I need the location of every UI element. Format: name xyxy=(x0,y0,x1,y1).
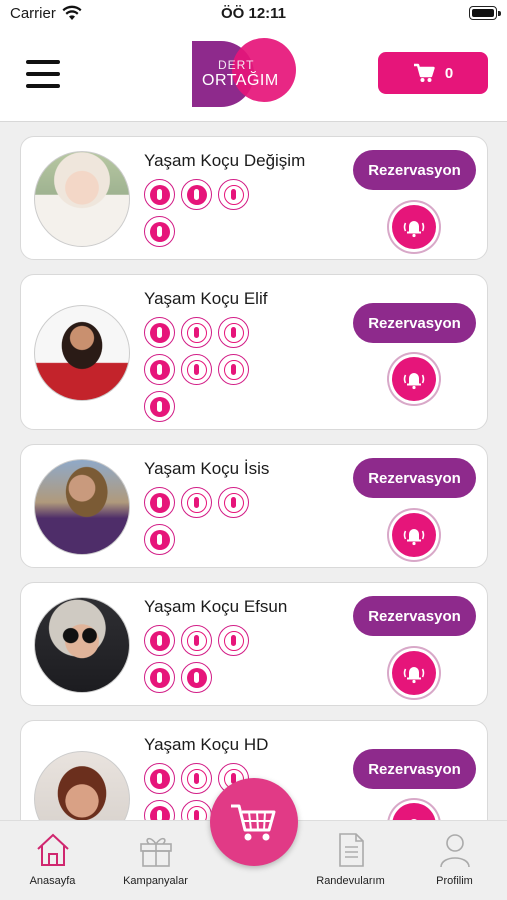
coach-card: Yaşam Koçu Değişim Rezervasyon xyxy=(20,136,488,260)
notify-button[interactable] xyxy=(392,357,436,401)
specialty-icon xyxy=(144,662,175,693)
clock: ÖÖ 12:11 xyxy=(220,5,287,22)
specialty-icon xyxy=(144,625,175,656)
reserve-button[interactable]: Rezervasyon xyxy=(353,596,476,636)
gift-icon xyxy=(140,837,172,867)
coach-card: Yaşam Koçu İsis Rezervasyon xyxy=(20,444,488,568)
specialty-icons xyxy=(144,317,254,422)
specialty-icon xyxy=(144,179,175,210)
home-icon xyxy=(37,833,69,866)
specialty-icon xyxy=(218,354,249,385)
notify-button[interactable] xyxy=(392,513,436,557)
specialty-icon xyxy=(181,662,212,693)
specialty-icons xyxy=(144,487,254,555)
specialty-icon xyxy=(181,625,212,656)
reserve-button[interactable]: Rezervasyon xyxy=(353,458,476,498)
tab-label: Kampanyalar xyxy=(123,875,188,887)
specialty-icons xyxy=(144,625,254,693)
reserve-button[interactable]: Rezervasyon xyxy=(353,150,476,190)
specialty-icon xyxy=(144,391,175,422)
notify-button[interactable] xyxy=(392,205,436,249)
status-bar: Carrier ÖÖ 12:11 xyxy=(0,0,507,28)
cart-icon xyxy=(413,63,435,82)
logo-line1: DERT xyxy=(218,58,255,72)
specialty-icon xyxy=(218,317,249,348)
coach-card: Yaşam Koçu Elif Rezervasyon xyxy=(20,274,488,430)
document-icon xyxy=(339,833,364,867)
menu-icon[interactable] xyxy=(26,60,60,88)
tab-label: Randevularım xyxy=(316,875,385,887)
logo-line2: ORTAĞIM xyxy=(202,72,279,89)
app-header: DERT ORTAĞIM 0 xyxy=(0,28,507,122)
cart-count: 0 xyxy=(444,64,454,82)
tab-appointments[interactable]: Randevularım xyxy=(300,821,401,900)
bell-icon xyxy=(403,373,425,390)
coach-name: Yaşam Koçu Değişim xyxy=(144,151,306,170)
specialty-icon xyxy=(144,216,175,247)
specialty-icon xyxy=(181,354,212,385)
reserve-button[interactable]: Rezervasyon xyxy=(353,303,476,343)
specialty-icon xyxy=(181,179,212,210)
tab-label: Anasayfa xyxy=(29,875,76,887)
floating-cart-button[interactable] xyxy=(210,778,298,866)
coach-name: Yaşam Koçu Elif xyxy=(144,289,268,308)
coach-avatar xyxy=(34,151,130,247)
notify-button[interactable] xyxy=(392,651,436,695)
specialty-icon xyxy=(181,763,212,794)
bell-icon xyxy=(403,221,425,238)
specialty-icon xyxy=(144,317,175,348)
specialty-icon xyxy=(144,524,175,555)
coach-name: Yaşam Koçu İsis xyxy=(144,459,270,478)
coach-name: Yaşam Koçu HD xyxy=(144,735,269,754)
tab-profile[interactable]: Profilim xyxy=(404,821,505,900)
bell-icon xyxy=(403,667,425,684)
specialty-icons xyxy=(144,179,254,247)
app-logo: DERT ORTAĞIM xyxy=(192,38,298,108)
specialty-icon xyxy=(218,625,249,656)
coach-avatar xyxy=(34,305,130,401)
tab-campaigns[interactable]: Kampanyalar xyxy=(105,821,206,900)
user-icon xyxy=(440,834,470,868)
specialty-icon xyxy=(218,179,249,210)
tab-home[interactable]: Anasayfa xyxy=(2,821,103,900)
battery-icon xyxy=(469,6,501,20)
coach-card: Yaşam Koçu Efsun Rezervasyon xyxy=(20,582,488,706)
specialty-icon xyxy=(144,763,175,794)
specialty-icon xyxy=(144,487,175,518)
specialty-icon xyxy=(181,487,212,518)
specialty-icon xyxy=(218,487,249,518)
tab-label: Profilim xyxy=(436,875,473,887)
bell-icon xyxy=(403,529,425,546)
specialty-icon xyxy=(144,354,175,385)
specialty-icon xyxy=(181,317,212,348)
coach-name: Yaşam Koçu Efsun xyxy=(144,597,288,616)
cart-icon xyxy=(231,804,276,841)
coach-avatar xyxy=(34,597,130,693)
cart-button[interactable]: 0 xyxy=(378,52,488,94)
coach-avatar xyxy=(34,459,130,555)
reserve-button[interactable]: Rezervasyon xyxy=(353,749,476,789)
